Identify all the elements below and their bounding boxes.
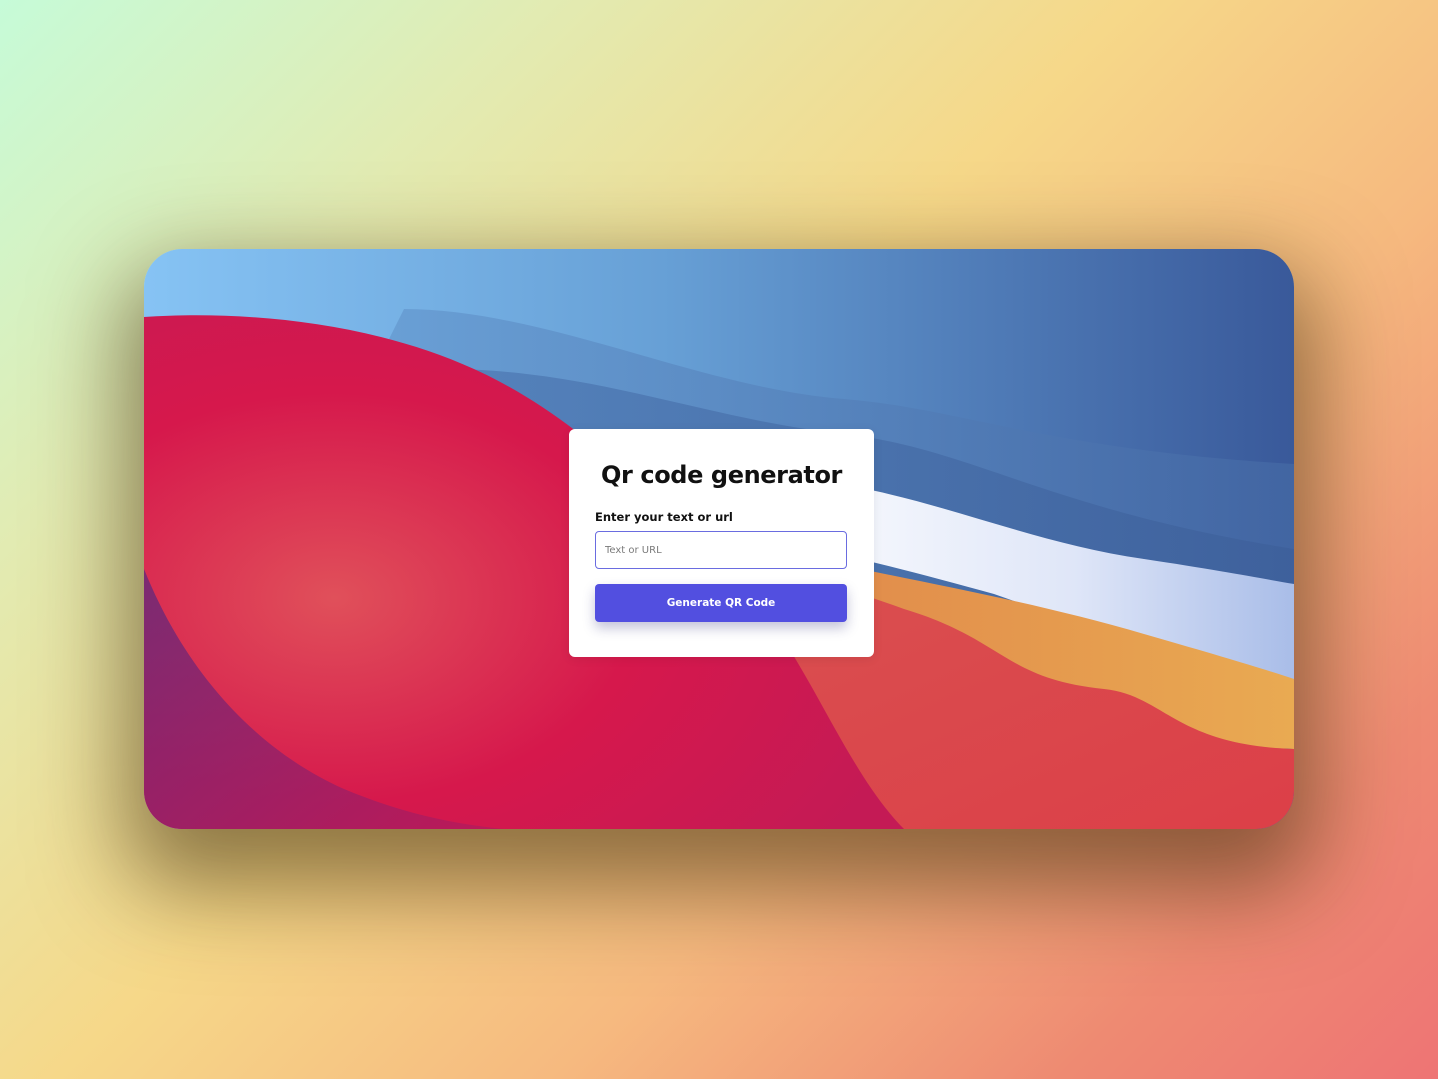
text-or-url-input[interactable] [595, 531, 847, 569]
page-title: Qr code generator [601, 461, 842, 489]
input-label: Enter your text or url [595, 510, 733, 524]
generate-qr-code-button[interactable]: Generate QR Code [595, 584, 847, 622]
qr-generator-card: Qr code generator Enter your text or url… [569, 429, 874, 657]
